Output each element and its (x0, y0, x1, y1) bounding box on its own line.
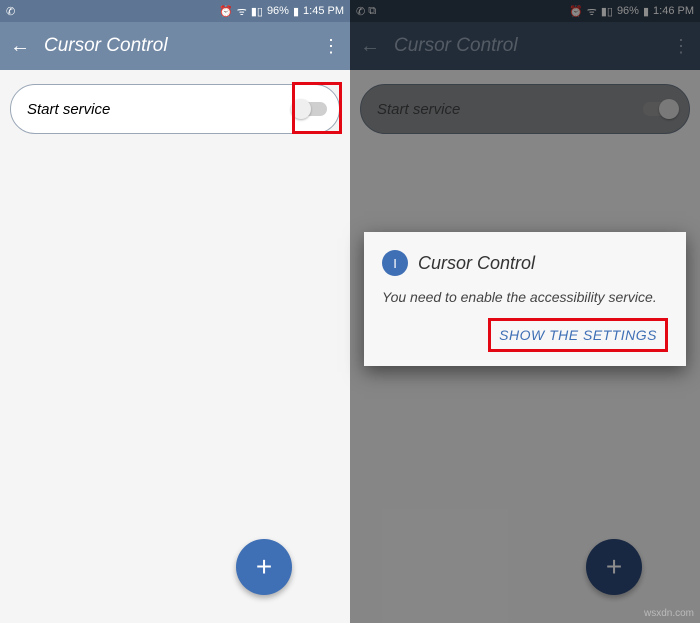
overflow-menu-icon[interactable]: ⋮ (322, 37, 340, 55)
content-area: Start service (0, 70, 350, 623)
app-title: Cursor Control (44, 35, 308, 57)
dialog-message: You need to enable the accessibility ser… (382, 288, 668, 308)
wifi-icon: ᯤ (237, 4, 247, 19)
battery-icon: ▮ (293, 5, 299, 18)
plus-icon: + (256, 551, 272, 583)
phone-left: ✆ ⏰ ᯤ ▮▯ 96% ▮ 1:45 PM ← Cursor Control … (0, 0, 350, 623)
dialog-app-icon: I (382, 250, 408, 276)
fab-add[interactable]: + (236, 539, 292, 595)
accessibility-dialog: I Cursor Control You need to enable the … (364, 232, 686, 366)
statusbar: ✆ ⏰ ᯤ ▮▯ 96% ▮ 1:45 PM (0, 0, 350, 22)
start-service-toggle[interactable] (293, 102, 327, 116)
battery-percent: 96% (267, 5, 289, 17)
status-notification-icons: ✆ (6, 5, 15, 18)
dialog-title: Cursor Control (418, 253, 535, 274)
watermark: wsxdn.com (644, 608, 694, 619)
appbar: ← Cursor Control ⋮ (0, 22, 350, 70)
start-service-card[interactable]: Start service (10, 84, 340, 134)
phone-right: ✆ ⧉ ⏰ ᯤ ▮▯ 96% ▮ 1:46 PM ← Cursor Contro… (350, 0, 700, 623)
status-system-icons: ⏰ ᯤ ▮▯ 96% ▮ 1:45 PM (219, 4, 344, 19)
show-settings-button[interactable]: SHOW THE SETTINGS (491, 321, 665, 349)
back-icon[interactable]: ← (10, 36, 30, 56)
dialog-header: I Cursor Control (382, 250, 668, 276)
highlight-box-button: SHOW THE SETTINGS (488, 318, 668, 352)
start-service-label: Start service (27, 101, 293, 118)
whatsapp-icon: ✆ (6, 5, 15, 18)
alarm-icon: ⏰ (219, 5, 233, 18)
dialog-avatar-letter: I (393, 256, 397, 271)
dialog-actions: SHOW THE SETTINGS (382, 318, 668, 352)
clock: 1:45 PM (303, 5, 344, 17)
signal-icon: ▮▯ (251, 5, 263, 18)
